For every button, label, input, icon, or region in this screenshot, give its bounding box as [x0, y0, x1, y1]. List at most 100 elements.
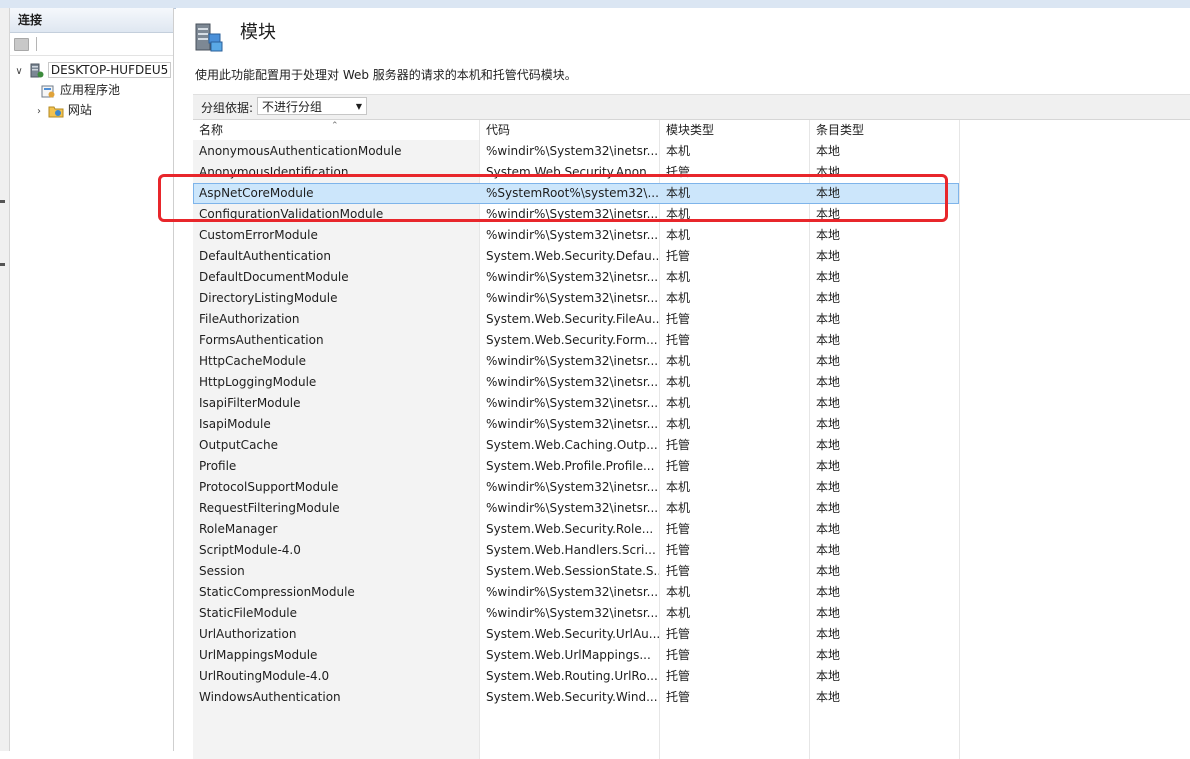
- cell-name: CustomErrorModule: [199, 228, 318, 242]
- cell-code: %windir%\System32\inetsr...: [486, 354, 659, 368]
- table-row[interactable]: FormsAuthentication System.Web.Security.F…: [193, 330, 959, 351]
- table-row[interactable]: ConfigurationValidationModule %windir%\Sy…: [193, 204, 959, 225]
- cell-code: System.Web.Profile.Profile...: [486, 459, 655, 473]
- cell-code: %windir%\System32\inetsr...: [486, 375, 659, 389]
- cell-module-type: 托管: [666, 648, 691, 662]
- cell-code: System.Web.UrlMappings...: [486, 648, 651, 662]
- cell-entry-type: 本地: [816, 522, 841, 536]
- table-row[interactable]: HttpCacheModule %windir%\System32\inetsr.…: [193, 351, 959, 372]
- cell-code: System.Web.Security.UrlAu...: [486, 627, 659, 641]
- column-header-entry-type[interactable]: 条目类型: [810, 120, 959, 140]
- connect-icon[interactable]: [14, 38, 29, 51]
- column-separator[interactable]: [959, 120, 960, 759]
- cell-entry-type: 本地: [816, 144, 841, 158]
- cell-code: System.Web.Security.FileAu...: [486, 312, 659, 326]
- table-row[interactable]: UrlMappingsModule System.Web.UrlMappings.…: [193, 645, 959, 666]
- table-row[interactable]: DirectoryListingModule %windir%\System32\…: [193, 288, 959, 309]
- cell-module-type: 托管: [666, 333, 691, 347]
- table-row[interactable]: StaticFileModule %windir%\System32\inetsr…: [193, 603, 959, 624]
- table-row[interactable]: DefaultAuthentication System.Web.Security…: [193, 246, 959, 267]
- table-row[interactable]: ScriptModule-4.0 System.Web.Handlers.Scri…: [193, 540, 959, 561]
- table-row[interactable]: Profile System.Web.Profile.Profile... 托管 本地: [193, 456, 959, 477]
- cell-name: UrlMappingsModule: [199, 648, 318, 662]
- cell-module-type: 本机: [666, 480, 691, 494]
- cell-entry-type: 本地: [816, 228, 841, 242]
- cell-code: System.Web.Caching.Outp...: [486, 438, 658, 452]
- table-row[interactable]: AnonymousAuthenticationModule %windir%\Sy…: [193, 141, 959, 162]
- page-description: 使用此功能配置用于处理对 Web 服务器的请求的本机和托管代码模块。: [195, 68, 577, 82]
- table-row[interactable]: AnonymousIdentification System.Web.Securi…: [193, 162, 959, 183]
- group-by-select[interactable]: 不进行分组 ▼: [257, 97, 367, 115]
- cell-entry-type: 本地: [816, 501, 841, 515]
- cell-module-type: 托管: [666, 627, 691, 641]
- cell-module-type: 托管: [666, 543, 691, 557]
- column-header-name[interactable]: 名称 ⌃: [193, 120, 479, 140]
- cell-code: %windir%\System32\inetsr...: [486, 270, 659, 284]
- table-row[interactable]: RequestFilteringModule %windir%\System32\…: [193, 498, 959, 519]
- cell-entry-type: 本地: [816, 543, 841, 557]
- table-row[interactable]: OutputCache System.Web.Caching.Outp... 托管 本…: [193, 435, 959, 456]
- tree-node-server[interactable]: ∨ DESKTOP-HUFDEU5: [14, 60, 172, 82]
- table-row[interactable]: CustomErrorModule %windir%\System32\inets…: [193, 225, 959, 246]
- cell-name: ConfigurationValidationModule: [199, 207, 384, 221]
- cell-entry-type: 本地: [816, 396, 841, 410]
- table-row[interactable]: ProtocolSupportModule %windir%\System32\i…: [193, 477, 959, 498]
- cell-name: AnonymousIdentification: [199, 165, 349, 179]
- cell-code: %windir%\System32\inetsr...: [486, 585, 659, 599]
- column-header-module-type[interactable]: 模块类型: [660, 120, 809, 140]
- table-row[interactable]: HttpLoggingModule %windir%\System32\inets…: [193, 372, 959, 393]
- cell-code: %windir%\System32\inetsr...: [486, 480, 659, 494]
- edge-marker: [0, 200, 5, 203]
- tree-node-label: 应用程序池: [60, 83, 121, 97]
- cell-name: FormsAuthentication: [199, 333, 324, 347]
- tree-node-sites[interactable]: › 网站: [34, 100, 92, 120]
- cell-code: System.Web.Security.Role...: [486, 522, 654, 536]
- tree-node-label: 网站: [67, 103, 92, 117]
- column-header-code[interactable]: 代码: [480, 120, 659, 140]
- tree-node-app-pools[interactable]: 应用程序池: [40, 80, 120, 100]
- cell-entry-type: 本地: [816, 459, 841, 473]
- table-row[interactable]: StaticCompressionModule %windir%\System32…: [193, 582, 959, 603]
- cell-entry-type: 本地: [816, 312, 841, 326]
- cell-name: StaticFileModule: [199, 606, 298, 620]
- table-row[interactable]: UrlAuthorization System.Web.Security.UrlA…: [193, 624, 959, 645]
- table-row[interactable]: DefaultDocumentModule %windir%\System32\i…: [193, 267, 959, 288]
- cell-module-type: 本机: [666, 207, 691, 221]
- cell-module-type: 托管: [666, 522, 691, 536]
- cell-code: System.Web.Security.Form...: [486, 333, 658, 347]
- cell-entry-type: 本地: [816, 627, 841, 641]
- table-row[interactable]: IsapiFilterModule %windir%\System32\inets…: [193, 393, 959, 414]
- cell-name: IsapiFilterModule: [199, 396, 301, 410]
- cell-entry-type: 本地: [816, 585, 841, 599]
- toolbar-separator: [36, 37, 37, 51]
- cell-entry-type: 本地: [816, 270, 841, 284]
- tree-node-label: DESKTOP-HUFDEU5: [47, 62, 172, 78]
- cell-name: IsapiModule: [199, 417, 271, 431]
- cell-code: %windir%\System32\inetsr...: [486, 396, 659, 410]
- server-icon: [30, 63, 44, 77]
- table-row[interactable]: FileAuthorization System.Web.Security.Fil…: [193, 309, 959, 330]
- table-row[interactable]: AspNetCoreModule %SystemRoot%\system32\..…: [193, 183, 959, 204]
- cell-code: System.Web.Routing.UrlRo...: [486, 669, 658, 683]
- expander-icon[interactable]: ∨: [14, 62, 24, 82]
- cell-module-type: 托管: [666, 165, 691, 179]
- cell-code: %windir%\System32\inetsr...: [486, 291, 659, 305]
- table-row[interactable]: UrlRoutingModule-4.0 System.Web.Routing.U…: [193, 666, 959, 687]
- cell-module-type: 托管: [666, 249, 691, 263]
- cell-name: FileAuthorization: [199, 312, 300, 326]
- table-row[interactable]: WindowsAuthentication System.Web.Security…: [193, 687, 959, 708]
- cell-name: RequestFilteringModule: [199, 501, 340, 515]
- table-row[interactable]: Session System.Web.SessionState.S... 托管 本地: [193, 561, 959, 582]
- table-row[interactable]: RoleManager System.Web.Security.Role... 托管…: [193, 519, 959, 540]
- cell-entry-type: 本地: [816, 564, 841, 578]
- cell-module-type: 本机: [666, 228, 691, 242]
- cell-name: HttpLoggingModule: [199, 375, 317, 389]
- cell-name: OutputCache: [199, 438, 279, 452]
- cell-module-type: 本机: [666, 291, 691, 305]
- cell-name: AnonymousAuthenticationModule: [199, 144, 402, 158]
- table-row[interactable]: IsapiModule %windir%\System32\inetsr... 本机…: [193, 414, 959, 435]
- cell-entry-type: 本地: [816, 186, 841, 200]
- expander-icon[interactable]: ›: [34, 102, 44, 122]
- group-by-bar: 分组依据: 不进行分组 ▼: [193, 94, 1190, 120]
- cell-code: System.Web.SessionState.S...: [486, 564, 659, 578]
